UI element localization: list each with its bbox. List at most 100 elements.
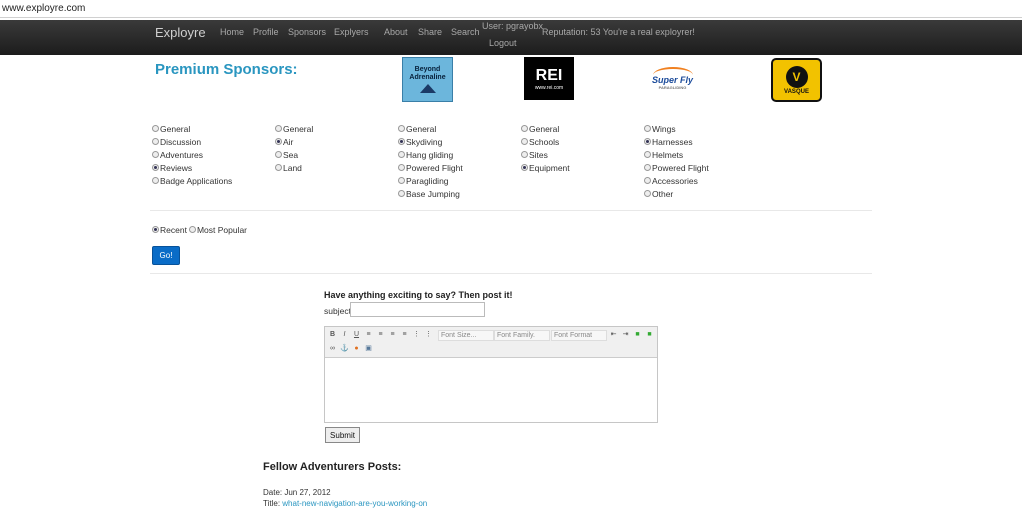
filter-option-label: General [406,123,437,134]
radio-button[interactable] [152,226,159,233]
sort-popular-option[interactable]: Most Popular [188,223,247,236]
filter-option[interactable]: Air [275,135,313,148]
radio-button[interactable] [398,138,405,145]
radio-button[interactable] [398,164,405,171]
font-size-select[interactable]: Font Size... [438,330,494,341]
filter-option[interactable]: Discussion [152,135,232,148]
ordered-list-icon[interactable]: ⋮ [412,330,421,339]
subject-input[interactable] [350,302,485,317]
radio-button[interactable] [398,151,405,158]
filter-option[interactable]: Accessories [644,174,709,187]
filter-option[interactable]: Paragliding [398,174,463,187]
filter-option-label: Powered Flight [652,162,709,173]
filter-option[interactable]: Base Jumping [398,187,463,200]
filter-option[interactable]: Powered Flight [644,161,709,174]
sponsor-logo-super-fly[interactable]: Super Fly PARAGLIDING [645,57,700,100]
filter-option[interactable]: Sites [521,148,570,161]
filter-option[interactable]: Powered Flight [398,161,463,174]
radio-button[interactable] [521,138,528,145]
font-format-select[interactable]: Font Format [551,330,607,341]
nav-about[interactable]: About [384,27,408,37]
preview-icon[interactable]: ▣ [364,344,373,353]
radio-button[interactable] [275,164,282,171]
radio-button[interactable] [398,125,405,132]
filter-option[interactable]: Badge Applications [152,174,232,187]
post-heading: Have anything exciting to say? Then post… [324,290,513,300]
nav-exployers[interactable]: Explyers [334,27,369,37]
align-justify-icon[interactable]: ≡ [400,330,409,339]
nav-sponsors[interactable]: Sponsors [288,27,326,37]
outdent-icon[interactable]: ⇤ [609,330,618,339]
underline-icon[interactable]: U [352,330,361,339]
image-icon[interactable]: ■ [633,330,642,339]
post-title-link[interactable]: what-new-navigation-are-you-working-on [282,499,427,508]
bold-icon[interactable]: B [328,330,337,339]
sort-recent-option[interactable]: Recent [152,223,187,236]
filter-option[interactable]: Adventures [152,148,232,161]
nav-share[interactable]: Share [418,27,442,37]
nav-profile[interactable]: Profile [253,27,279,37]
radio-button[interactable] [644,190,651,197]
filter-option[interactable]: General [521,122,570,135]
unordered-list-icon[interactable]: ⋮ [424,330,433,339]
filter-option[interactable]: General [152,122,232,135]
radio-button[interactable] [521,125,528,132]
filter-option[interactable]: Sea [275,148,313,161]
mountain-icon [419,84,436,93]
brand-logo[interactable]: Exployre [155,25,206,40]
sponsor-logo-beyond-adrenaline[interactable]: Beyond Adrenaline [402,57,453,102]
sponsor-logo-rei[interactable]: REI www.rei.com [524,57,574,100]
filter-option[interactable]: Schools [521,135,570,148]
align-right-icon[interactable]: ≡ [388,330,397,339]
nav-home[interactable]: Home [220,27,244,37]
nav-user: User: pgrayobx [482,21,544,31]
radio-button[interactable] [152,138,159,145]
radio-button[interactable] [644,151,651,158]
filter-option[interactable]: General [398,122,463,135]
align-center-icon[interactable]: ≡ [376,330,385,339]
filter-option[interactable]: Harnesses [644,135,709,148]
html-icon[interactable]: ● [352,344,361,353]
radio-button[interactable] [644,164,651,171]
radio-button[interactable] [644,138,651,145]
radio-button[interactable] [188,226,196,233]
radio-button[interactable] [275,125,282,132]
rich-text-editor[interactable]: B I U ≡ ≡ ≡ ≡ ⋮ ⋮ Font Size... Font Fami… [324,326,658,423]
radio-button[interactable] [152,164,159,171]
filter-option[interactable]: General [275,122,313,135]
submit-button[interactable]: Submit [325,427,360,443]
filter-option[interactable]: Equipment [521,161,570,174]
indent-icon[interactable]: ⇥ [621,330,630,339]
nav-logout[interactable]: Logout [489,38,517,48]
radio-button[interactable] [275,138,282,145]
radio-button[interactable] [644,177,651,184]
radio-button[interactable] [275,151,282,158]
italic-icon[interactable]: I [340,330,349,339]
filter-option[interactable]: Reviews [152,161,232,174]
link-icon[interactable]: ■ [645,330,654,339]
unlink-icon[interactable]: ∞ [328,344,337,353]
filter-option[interactable]: Wings [644,122,709,135]
filter-option[interactable]: Hang gliding [398,148,463,161]
radio-button[interactable] [644,125,651,132]
radio-button[interactable] [152,151,159,158]
filter-option[interactable]: Land [275,161,313,174]
filter-option[interactable]: Other [644,187,709,200]
radio-button[interactable] [521,164,528,171]
anchor-icon[interactable]: ⚓ [340,344,349,353]
go-button[interactable]: Go! [152,246,180,265]
sponsor-logo-vasque[interactable]: V VASQUE [771,58,822,102]
filter-option[interactable]: Helmets [644,148,709,161]
nav-search[interactable]: Search [451,27,480,37]
address-bar[interactable]: www.exployre.com [0,0,1022,18]
url-text[interactable]: www.exployre.com [2,3,85,14]
radio-button[interactable] [521,151,528,158]
radio-button[interactable] [398,190,405,197]
radio-button[interactable] [152,177,159,184]
filter-option[interactable]: Skydiving [398,135,463,148]
font-family-select[interactable]: Font Family. [494,330,550,341]
align-left-icon[interactable]: ≡ [364,330,373,339]
radio-button[interactable] [398,177,405,184]
radio-button[interactable] [152,125,159,132]
filter-option-label: Adventures [160,149,203,160]
